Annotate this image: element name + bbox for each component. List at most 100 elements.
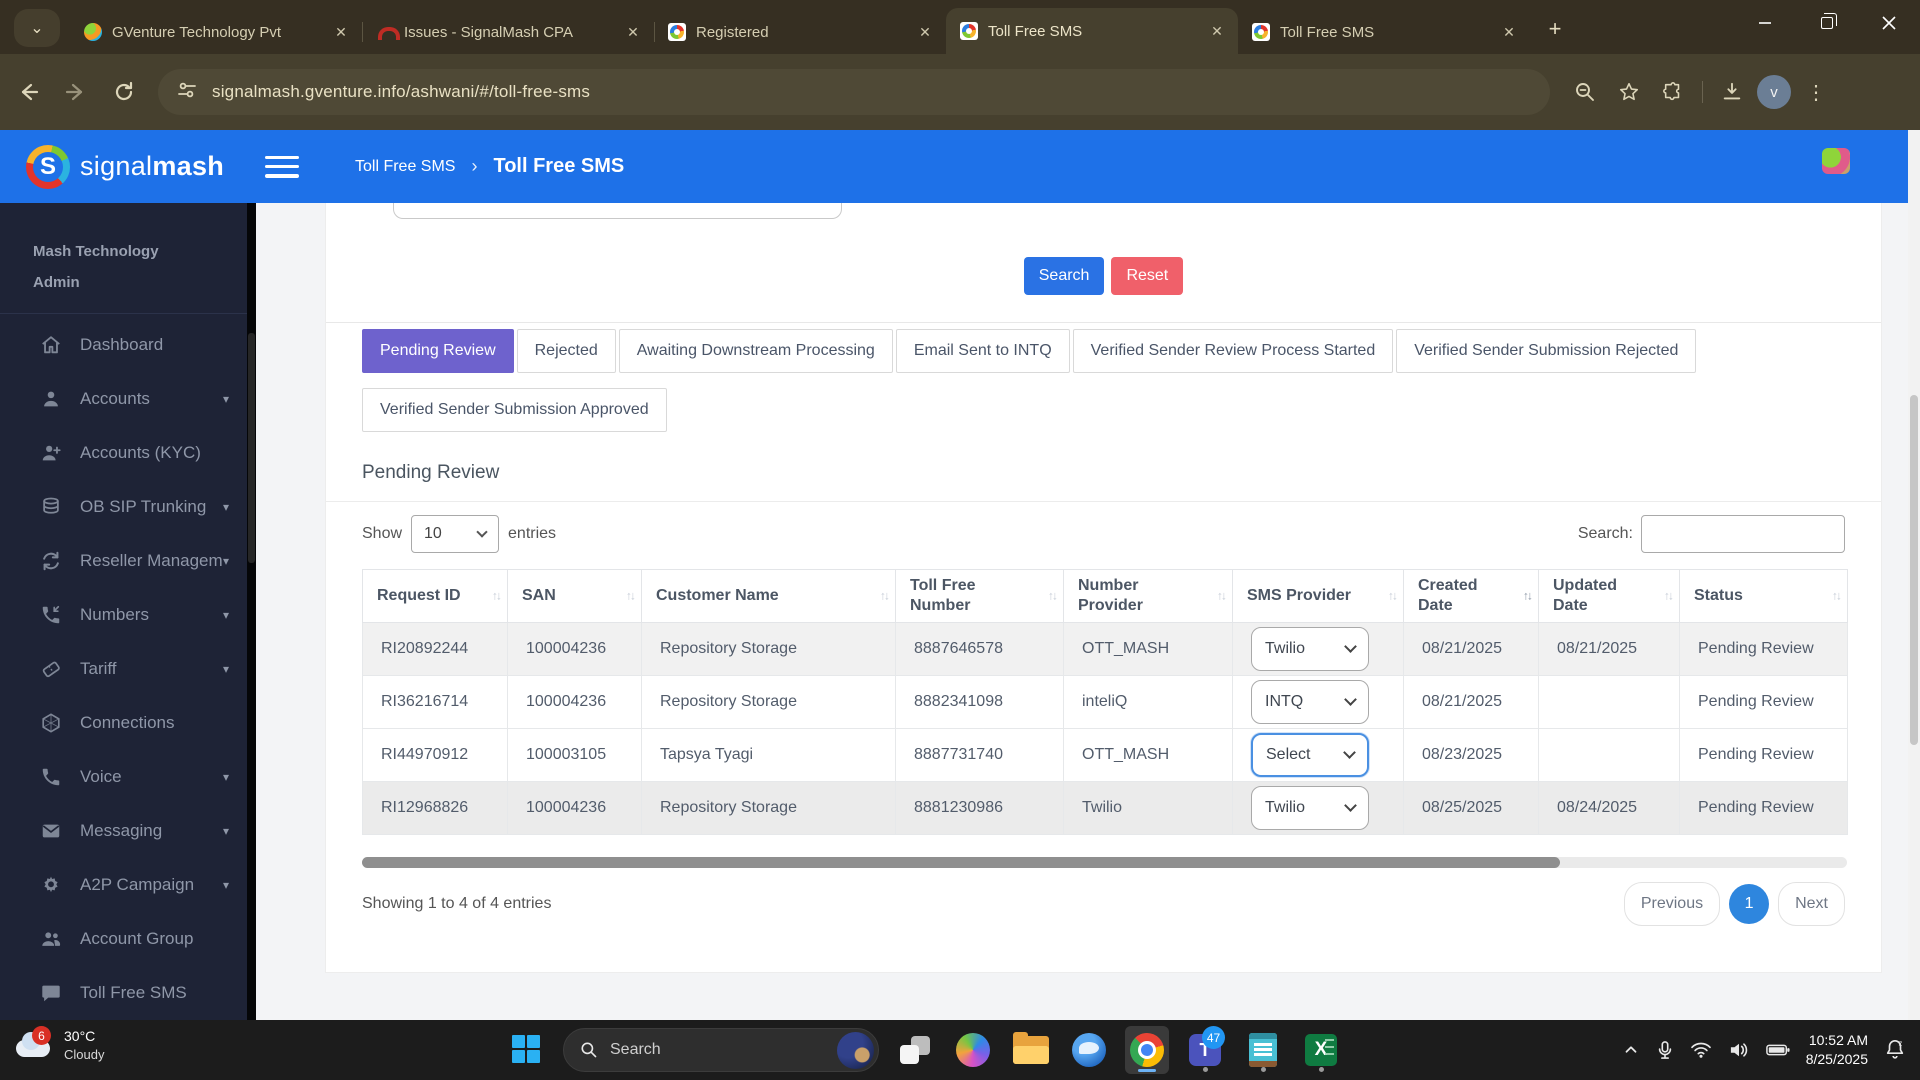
minimize-button[interactable]: [1734, 0, 1796, 46]
speaker-icon[interactable]: [1728, 1041, 1750, 1059]
notification-bell-icon[interactable]: z: [1884, 1038, 1906, 1062]
sidebar-item-connections[interactable]: Connections: [0, 696, 247, 750]
browser-profile-avatar[interactable]: v: [1757, 75, 1791, 109]
new-tab-button[interactable]: +: [1538, 12, 1572, 46]
sort-icon[interactable]: ↑↓: [880, 589, 888, 604]
battery-icon[interactable]: [1766, 1043, 1790, 1057]
next-page-button[interactable]: Next: [1778, 882, 1845, 926]
microphone-icon[interactable]: [1656, 1040, 1674, 1060]
page-length-select[interactable]: 10: [411, 515, 499, 553]
tab-close-icon[interactable]: ✕: [1498, 21, 1520, 43]
sort-icon[interactable]: ↑↓: [1523, 589, 1531, 604]
col-number-provider[interactable]: Number Provider↑↓: [1064, 570, 1233, 623]
tab-pending-review[interactable]: Pending Review: [362, 329, 514, 373]
col-sms-provider[interactable]: SMS Provider↑↓: [1233, 570, 1404, 623]
sidebar-item-account-group[interactable]: Account Group: [0, 912, 247, 966]
sort-icon[interactable]: ↑↓: [626, 589, 634, 604]
sidebar-item-ob-sip-trunking[interactable]: OB SIP Trunking ▾: [0, 480, 247, 534]
tab-email-sent-to-intq[interactable]: Email Sent to INTQ: [896, 329, 1070, 373]
taskbar-clock[interactable]: 10:52 AM 8/25/2025: [1806, 1031, 1868, 1069]
tab-close-icon[interactable]: ✕: [914, 21, 936, 43]
tab-close-icon[interactable]: ✕: [1206, 20, 1228, 42]
zoom-icon[interactable]: [1566, 73, 1604, 111]
col-san[interactable]: SAN↑↓: [508, 570, 642, 623]
site-settings-icon[interactable]: [176, 79, 198, 106]
col-updated-date[interactable]: Updated Date↑↓: [1539, 570, 1680, 623]
sidebar-item-accounts-kyc[interactable]: Accounts (KYC): [0, 426, 247, 480]
tab-close-icon[interactable]: ✕: [622, 21, 644, 43]
close-window-button[interactable]: [1858, 0, 1920, 46]
notepad-button[interactable]: [1241, 1026, 1285, 1074]
back-button[interactable]: [8, 72, 48, 112]
reset-button[interactable]: Reset: [1111, 257, 1183, 295]
col-status[interactable]: Status↑↓: [1680, 570, 1848, 623]
chrome-button[interactable]: [1125, 1026, 1169, 1074]
sms-provider-select[interactable]: Select: [1251, 733, 1369, 777]
tab-verified-sender-submission-rejected[interactable]: Verified Sender Submission Rejected: [1396, 329, 1696, 373]
forward-button[interactable]: [56, 72, 96, 112]
sidebar-toggle-hamburger-icon[interactable]: [265, 154, 299, 180]
sidebar-scrollbar-thumb[interactable]: [248, 333, 255, 563]
browser-tab-tollfree-2[interactable]: Toll Free SMS ✕: [1238, 10, 1530, 54]
browser-tab-registered[interactable]: Registered ✕: [654, 10, 946, 54]
browser-tab-issues[interactable]: Issues - SignalMash CPA ✕: [362, 10, 654, 54]
sidebar-item-a2p-campaign[interactable]: A2P Campaign ▾: [0, 858, 247, 912]
start-button[interactable]: [505, 1026, 549, 1074]
taskbar-search[interactable]: Search: [563, 1028, 879, 1072]
tab-close-icon[interactable]: ✕: [330, 21, 352, 43]
sidebar-item-toll-free-sms[interactable]: Toll Free SMS: [0, 966, 247, 1020]
sms-provider-select[interactable]: INTQ: [1251, 680, 1369, 724]
browser-menu-kebab-icon[interactable]: ⋮: [1797, 73, 1835, 111]
thunderbird-button[interactable]: [1067, 1026, 1111, 1074]
sms-provider-select[interactable]: Twilio: [1251, 627, 1369, 671]
tab-awaiting-downstream-processing[interactable]: Awaiting Downstream Processing: [619, 329, 893, 373]
search-button[interactable]: Search: [1024, 257, 1105, 295]
browser-tab-tollfree-active[interactable]: Toll Free SMS ✕: [946, 8, 1238, 54]
task-view-button[interactable]: [893, 1026, 937, 1074]
browser-tab-gventure[interactable]: GVenture Technology Pvt ✕: [70, 10, 362, 54]
page-1-button[interactable]: 1: [1729, 884, 1769, 924]
previous-page-button[interactable]: Previous: [1624, 882, 1720, 926]
sidebar-item-messaging[interactable]: Messaging ▾: [0, 804, 247, 858]
bookmark-star-icon[interactable]: [1610, 73, 1648, 111]
sms-provider-select[interactable]: Twilio: [1251, 786, 1369, 830]
sort-icon[interactable]: ↑↓: [492, 589, 500, 604]
sidebar-item-numbers[interactable]: Numbers ▾: [0, 588, 247, 642]
sort-icon[interactable]: ↑↓: [1388, 589, 1396, 604]
sort-icon[interactable]: ↑↓: [1664, 589, 1672, 604]
col-request-id[interactable]: Request ID↑↓: [363, 570, 508, 623]
sort-icon[interactable]: ↑↓: [1048, 589, 1056, 604]
weather-widget[interactable]: 6 30°C Cloudy: [14, 1027, 104, 1063]
sidebar-item-accounts[interactable]: Accounts ▾: [0, 372, 247, 426]
tab-rejected[interactable]: Rejected: [517, 329, 616, 373]
sidebar-item-reseller-management[interactable]: Reseller Management ▾: [0, 534, 247, 588]
scrollbar-thumb[interactable]: [362, 857, 1560, 868]
sort-icon[interactable]: ↑↓: [1217, 589, 1225, 604]
teams-button[interactable]: T 47: [1183, 1026, 1227, 1074]
tab-verified-sender-review-process-started[interactable]: Verified Sender Review Process Started: [1073, 329, 1394, 373]
address-bar[interactable]: signalmash.gventure.info/ashwani/#/toll-…: [158, 69, 1550, 115]
sidebar-item-tariff[interactable]: Tariff ▾: [0, 642, 247, 696]
breadcrumb-parent[interactable]: Toll Free SMS: [355, 158, 455, 176]
col-customer-name[interactable]: Customer Name↑↓: [642, 570, 896, 623]
restore-button[interactable]: [1796, 0, 1858, 46]
sidebar-item-dashboard[interactable]: Dashboard: [0, 318, 247, 372]
sort-icon[interactable]: ↑↓: [1832, 589, 1840, 604]
table-horizontal-scrollbar[interactable]: [362, 857, 1847, 868]
col-toll-free-number[interactable]: Toll Free Number↑↓: [896, 570, 1064, 623]
reload-button[interactable]: [104, 72, 144, 112]
tray-chevron-up-icon[interactable]: [1622, 1041, 1640, 1059]
copilot-button[interactable]: [951, 1026, 995, 1074]
tab-search-button[interactable]: ⌄: [14, 9, 60, 47]
sidebar-item-voice[interactable]: Voice ▾: [0, 750, 247, 804]
excel-button[interactable]: X: [1299, 1026, 1343, 1074]
extensions-icon[interactable]: [1654, 73, 1692, 111]
scrollbar-thumb[interactable]: [1910, 395, 1918, 745]
sidebar-scrollbar[interactable]: [247, 203, 256, 1020]
filter-input-partial[interactable]: [393, 203, 842, 219]
col-created-date[interactable]: Created Date↑↓: [1404, 570, 1539, 623]
header-corner-image[interactable]: [1822, 148, 1850, 174]
wifi-icon[interactable]: [1690, 1041, 1712, 1059]
page-vertical-scrollbar[interactable]: [1908, 130, 1920, 1020]
tab-verified-sender-submission-approved[interactable]: Verified Sender Submission Approved: [362, 388, 667, 432]
